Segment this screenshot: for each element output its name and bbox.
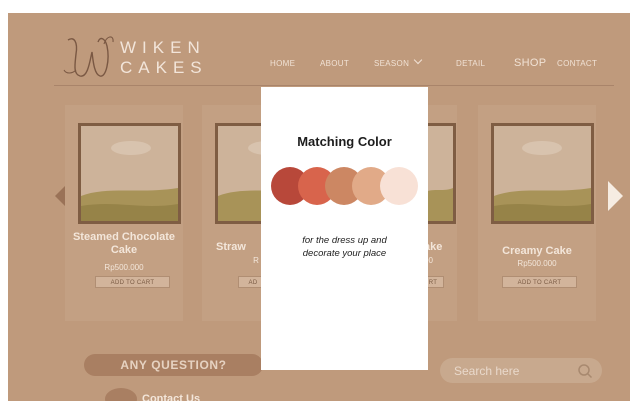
product-image xyxy=(491,123,594,224)
color-swatch xyxy=(380,167,418,205)
main-nav: HOME ABOUT SEASON DETAIL SHOP CONTACT xyxy=(8,55,630,73)
nav-about[interactable]: ABOUT xyxy=(320,59,349,68)
contact-us-link[interactable]: Contact Us xyxy=(142,393,200,401)
product-name-line: Cake xyxy=(110,244,138,256)
brand-line-1: WIKEN xyxy=(120,38,206,57)
modal-title: Matching Color xyxy=(297,134,392,149)
header-divider xyxy=(54,85,614,86)
search-input[interactable] xyxy=(454,362,564,379)
product-price: Rp500.000 xyxy=(104,263,144,272)
product-card: Creamy Cake Rp500.000 ADD TO CART xyxy=(478,105,596,321)
any-question-button[interactable]: ANY QUESTION? xyxy=(84,354,263,376)
product-image xyxy=(78,123,181,224)
chat-bubble-icon[interactable] xyxy=(104,387,138,401)
add-to-cart-button[interactable]: ADD TO CART xyxy=(95,276,170,288)
product-name-line: Steamed Chocolate xyxy=(72,231,176,243)
product-name: Creamy Cake xyxy=(502,245,572,257)
product-card: Steamed Chocolate Cake Rp500.000 ADD TO … xyxy=(65,105,183,321)
modal-description-line: for the dress up and xyxy=(302,235,387,246)
matching-color-modal: Matching Color for the dress up and deco… xyxy=(261,87,428,370)
logo-w-icon xyxy=(60,30,115,82)
modal-description: for the dress up and decorate your place xyxy=(261,234,428,260)
modal-description-line: decorate your place xyxy=(302,248,387,259)
page-frame: WIKEN CAKES HOME ABOUT SEASON DETAIL SHO… xyxy=(8,13,630,401)
add-to-cart-button[interactable]: ADD TO CART xyxy=(502,276,577,288)
product-price: R xyxy=(253,256,259,265)
carousel-next-arrow-icon[interactable] xyxy=(608,181,623,211)
search-bar xyxy=(440,358,602,383)
nav-detail[interactable]: DETAIL xyxy=(456,59,485,68)
nav-season[interactable]: SEASON xyxy=(374,55,423,68)
product-price: Rp500.000 xyxy=(517,259,557,268)
search-icon[interactable] xyxy=(577,363,593,379)
nav-shop[interactable]: SHOP xyxy=(514,57,546,69)
nav-home[interactable]: HOME xyxy=(270,59,295,68)
nav-season-label: SEASON xyxy=(374,59,410,68)
product-name: Steamed Chocolate Cake xyxy=(65,231,183,257)
chevron-down-icon xyxy=(413,55,423,65)
nav-contact[interactable]: CONTACT xyxy=(557,59,597,68)
